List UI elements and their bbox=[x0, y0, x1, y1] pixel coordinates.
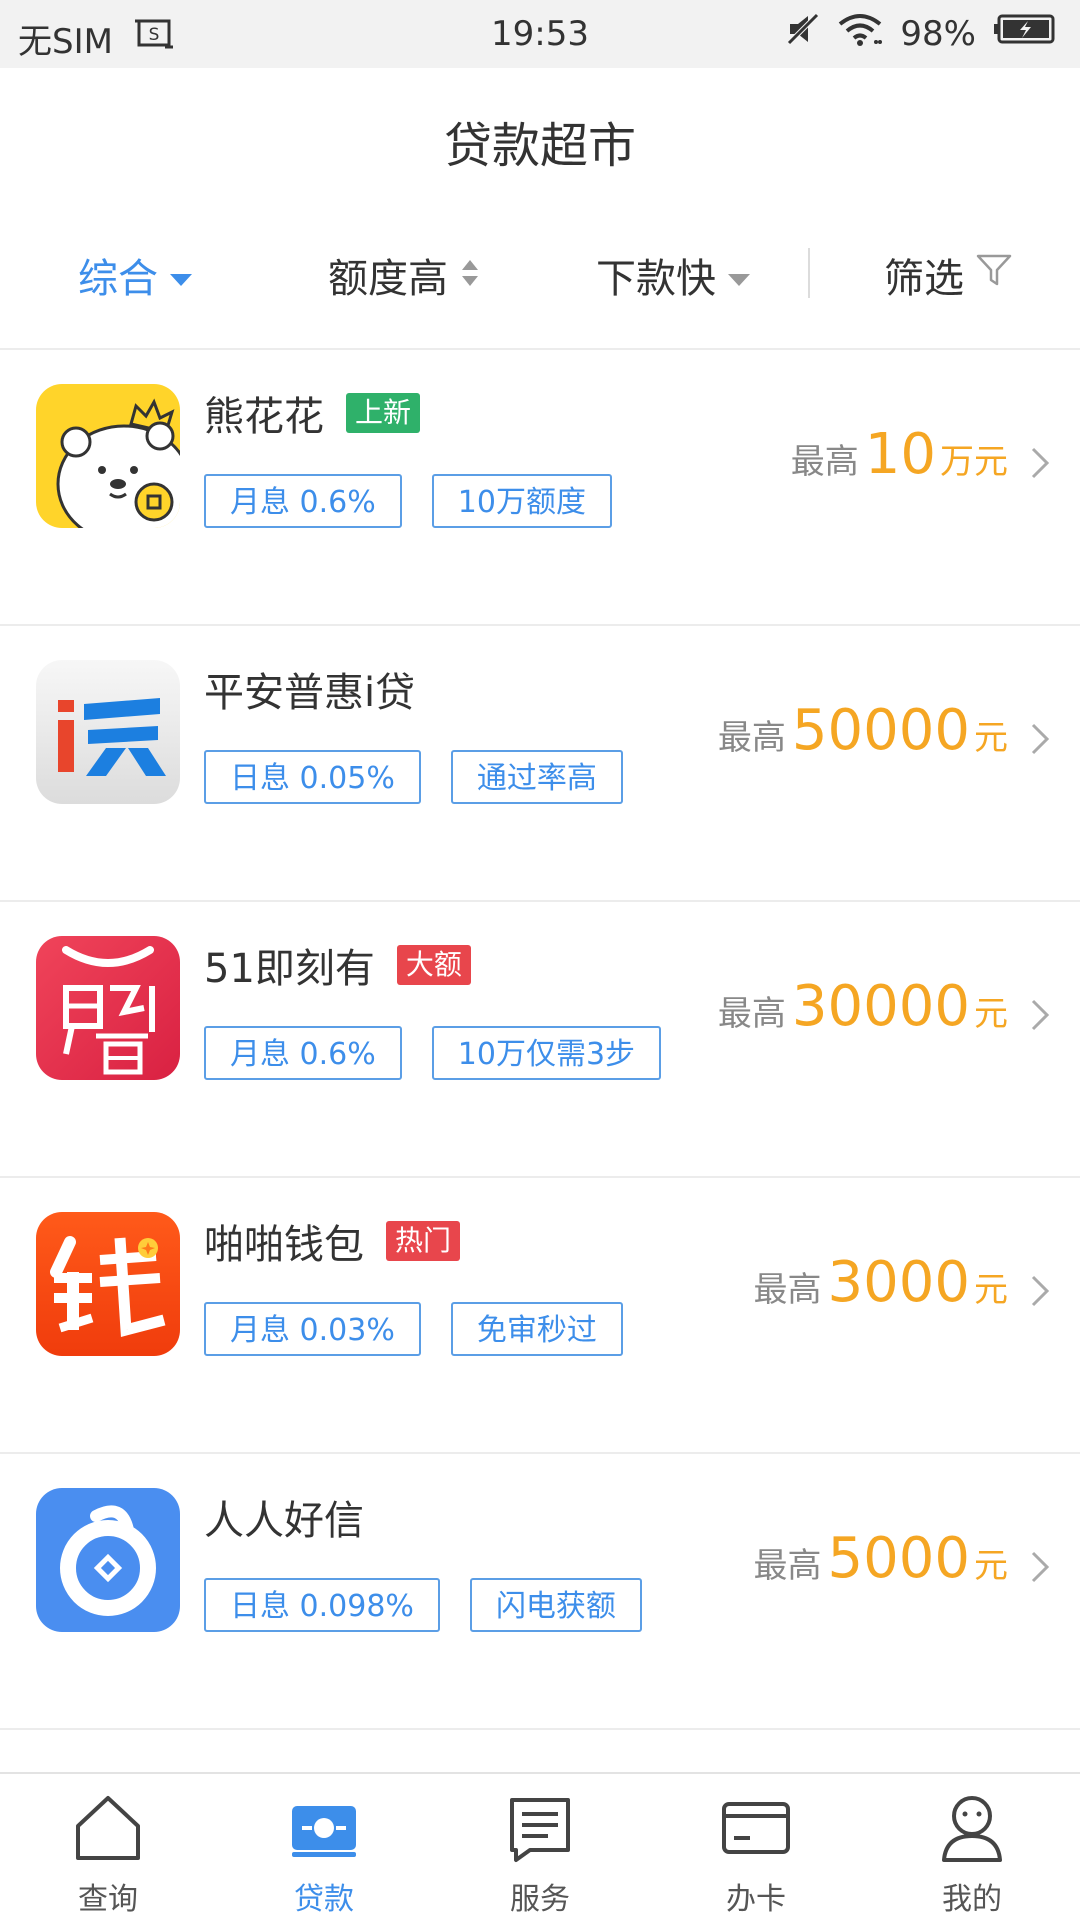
loan-amount: 最高 50000 元 bbox=[718, 698, 1008, 763]
loan-item[interactable]: 熊花花 上新 月息 0.6% 10万额度 最高 10 万元 bbox=[0, 350, 1080, 626]
loan-item-partial[interactable] bbox=[0, 1730, 1080, 1772]
amount-unit: 万元 bbox=[940, 442, 1008, 482]
jikeyou-icon bbox=[36, 936, 180, 1080]
rate-tag: 月息 0.03% bbox=[204, 1302, 421, 1356]
amount-unit: 元 bbox=[974, 1270, 1008, 1310]
page-title: 贷款超市 bbox=[443, 118, 636, 174]
nav-service[interactable]: 服务 bbox=[432, 1774, 648, 1922]
caret-down-icon bbox=[170, 252, 192, 298]
filter-button[interactable]: 筛选 bbox=[884, 250, 1012, 302]
filter-icon bbox=[976, 252, 1012, 298]
document-icon bbox=[504, 1792, 576, 1864]
header: 贷款超市 bbox=[0, 68, 1080, 200]
sort-label: 下款快 bbox=[596, 256, 716, 302]
loan-amount: 最高 10 万元 bbox=[791, 422, 1008, 487]
loan-item[interactable]: 51即刻有 大额 月息 0.6% 10万仅需3步 最高 30000 元 bbox=[0, 902, 1080, 1178]
sort-amount-high[interactable]: 额度高 bbox=[328, 250, 480, 302]
tag-row: 日息 0.05% 通过率高 bbox=[204, 750, 653, 804]
chevron-right-icon bbox=[1030, 446, 1050, 484]
mute-icon bbox=[786, 12, 820, 55]
loan-item[interactable]: 平安普惠i贷 日息 0.05% 通过率高 最高 50000 元 bbox=[0, 626, 1080, 902]
chevron-right-icon bbox=[1030, 722, 1050, 760]
amount-value: 30000 bbox=[791, 974, 970, 1039]
loan-list: 熊花花 上新 月息 0.6% 10万额度 最高 10 万元 平安普惠i贷 日息 … bbox=[0, 350, 1080, 1772]
nav-query[interactable]: 查询 bbox=[0, 1774, 216, 1922]
nav-label: 查询 bbox=[78, 1882, 138, 1917]
amount-prefix: 最高 bbox=[753, 1546, 822, 1586]
tag-row: 日息 0.098% 闪电获额 bbox=[204, 1578, 672, 1632]
amount-prefix: 最高 bbox=[753, 1270, 822, 1310]
badge-large: 大额 bbox=[396, 945, 471, 985]
amount-unit: 元 bbox=[974, 1546, 1008, 1586]
nav-label: 服务 bbox=[510, 1882, 570, 1917]
coin-ring-icon bbox=[36, 1488, 180, 1632]
sort-comprehensive[interactable]: 综合 bbox=[78, 250, 192, 302]
loan-amount: 最高 5000 元 bbox=[753, 1526, 1008, 1591]
nav-label: 我的 bbox=[942, 1882, 1002, 1917]
loan-icon bbox=[288, 1792, 360, 1864]
chevron-right-icon bbox=[1030, 1550, 1050, 1588]
rate-tag: 月息 0.6% bbox=[204, 474, 402, 528]
amount-value: 50000 bbox=[791, 698, 970, 763]
nav-card[interactable]: 办卡 bbox=[648, 1774, 864, 1922]
amount-value: 5000 bbox=[827, 1526, 970, 1591]
loan-item[interactable]: 啪啪钱包 热门 月息 0.03% 免审秒过 最高 3000 元 bbox=[0, 1178, 1080, 1454]
amount-unit: 元 bbox=[974, 718, 1008, 758]
amount-prefix: 最高 bbox=[717, 994, 786, 1034]
amount-prefix: 最高 bbox=[717, 718, 786, 758]
chevron-right-icon bbox=[1030, 1274, 1050, 1312]
amount-prefix: 最高 bbox=[790, 442, 859, 482]
rate-tag: 月息 0.6% bbox=[204, 1026, 402, 1080]
loan-name: 啪啪钱包 bbox=[204, 1222, 364, 1268]
battery-icon bbox=[994, 13, 1056, 54]
amount-value: 10 bbox=[864, 422, 936, 487]
user-icon bbox=[936, 1792, 1008, 1864]
loan-name: 人人好信 bbox=[204, 1498, 364, 1544]
nav-label: 办卡 bbox=[726, 1882, 786, 1917]
feature-tag: 10万额度 bbox=[431, 474, 612, 528]
chevron-right-icon bbox=[1030, 998, 1050, 1036]
loan-item[interactable]: 人人好信 日息 0.098% 闪电获额 最高 5000 元 bbox=[0, 1454, 1080, 1730]
rate-tag: 日息 0.05% bbox=[204, 750, 421, 804]
sort-label: 综合 bbox=[78, 256, 158, 302]
dai-icon bbox=[36, 660, 180, 804]
nav-mine[interactable]: 我的 bbox=[864, 1774, 1080, 1922]
nav-loan[interactable]: 贷款 bbox=[216, 1774, 432, 1922]
badge-hot: 热门 bbox=[386, 1221, 461, 1261]
feature-tag: 闪电获额 bbox=[469, 1578, 642, 1632]
feature-tag: 通过率高 bbox=[450, 750, 623, 804]
status-bar: 无SIM S 19:53 98% bbox=[0, 0, 1080, 68]
sort-fast-disburse[interactable]: 下款快 bbox=[596, 250, 750, 302]
amount-unit: 元 bbox=[974, 994, 1008, 1034]
tag-row: 月息 0.6% 10万额度 bbox=[204, 474, 642, 528]
qian-icon bbox=[36, 1212, 180, 1356]
loan-amount: 最高 30000 元 bbox=[718, 974, 1008, 1039]
sort-divider bbox=[808, 248, 810, 298]
loan-amount: 最高 3000 元 bbox=[753, 1250, 1008, 1315]
bear-icon bbox=[36, 384, 180, 528]
amount-value: 3000 bbox=[827, 1250, 970, 1315]
card-icon bbox=[720, 1792, 792, 1864]
status-right: 98% bbox=[768, 12, 1056, 55]
rate-tag: 日息 0.098% bbox=[204, 1578, 440, 1632]
feature-tag: 10万仅需3步 bbox=[431, 1026, 662, 1080]
feature-tag: 免审秒过 bbox=[450, 1302, 623, 1356]
sort-label: 筛选 bbox=[884, 256, 964, 302]
nav-label: 贷款 bbox=[294, 1882, 354, 1917]
home-icon bbox=[72, 1792, 144, 1864]
caret-down-icon bbox=[728, 252, 750, 298]
loan-name: 51即刻有 bbox=[204, 946, 375, 992]
sort-toggle-icon bbox=[460, 252, 480, 298]
sort-bar: 综合 额度高 下款快 筛选 bbox=[0, 200, 1080, 350]
tag-row: 月息 0.03% 免审秒过 bbox=[204, 1302, 653, 1356]
tag-row: 月息 0.6% 10万仅需3步 bbox=[204, 1026, 691, 1080]
bottom-nav: 查询 贷款 服务 办卡 我的 bbox=[0, 1772, 1080, 1922]
loan-name: 熊花花 bbox=[204, 394, 324, 440]
badge-new: 上新 bbox=[346, 393, 421, 433]
battery-text: 98% bbox=[900, 13, 976, 54]
sort-label: 额度高 bbox=[328, 256, 448, 302]
loan-name: 平安普惠i贷 bbox=[204, 670, 416, 716]
wifi-icon bbox=[838, 12, 883, 55]
